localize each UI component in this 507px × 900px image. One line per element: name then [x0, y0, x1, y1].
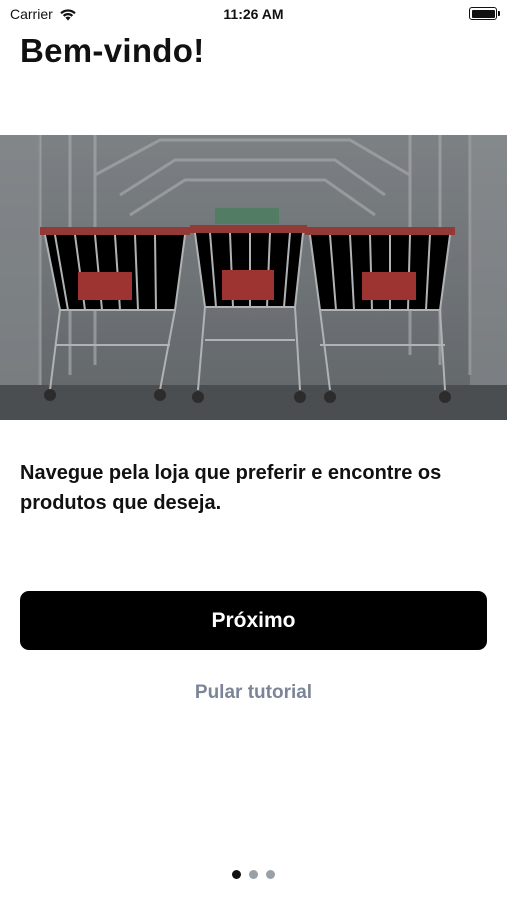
page-dot-3[interactable] [266, 870, 275, 879]
onboarding-description: Navegue pela loja que preferir e encontr… [20, 462, 442, 514]
battery-full-icon [469, 7, 500, 20]
hero-image [0, 135, 507, 420]
next-button[interactable]: Próximo [20, 591, 487, 650]
shopping-carts-image [0, 135, 507, 420]
page-title: Bem-vindo! [20, 32, 205, 69]
battery-fill [471, 9, 495, 18]
page-dot-2[interactable] [249, 870, 258, 879]
status-time: 11:26 AM [223, 6, 284, 22]
skip-tutorial-link[interactable]: Pular tutorial [0, 682, 507, 704]
page-indicator [0, 870, 507, 879]
status-bar: Carrier 11:26 AM [0, 0, 507, 28]
page-dot-1[interactable] [232, 870, 241, 879]
